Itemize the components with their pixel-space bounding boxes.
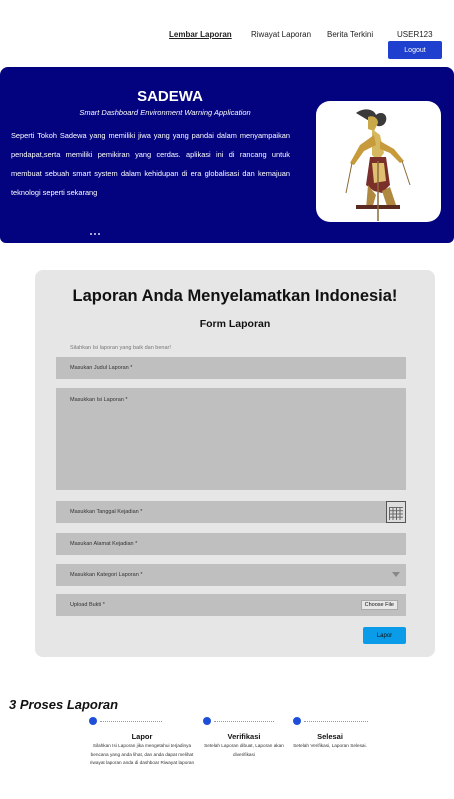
process-title: 3 Proses Laporan xyxy=(9,697,119,712)
step-lapor-label: Lapor xyxy=(131,732,153,741)
form-hint: Silahkan Isi laporan yang baik dan benar… xyxy=(70,345,171,351)
username-label: USER123 xyxy=(397,30,433,39)
page: Lembar Laporan Riwayat Laporan Berita Te… xyxy=(0,0,454,799)
isi-laporan-placeholder: Masukkan Isi Laporan * xyxy=(70,397,128,403)
hero-banner: SADEWA Smart Dashboard Environment Warni… xyxy=(0,67,454,243)
top-nav: Lembar Laporan Riwayat Laporan Berita Te… xyxy=(0,30,454,42)
logout-button[interactable]: Logout xyxy=(388,41,442,59)
kategori-laporan-select[interactable]: Masukkan Kategori Laporan * xyxy=(56,564,406,586)
upload-bukti-field[interactable]: Upload Bukti * Choose File xyxy=(56,594,406,616)
judul-laporan-input[interactable]: Masukan Judul Laporan * xyxy=(56,357,406,379)
alamat-kejadian-input[interactable]: Masukan Alamat Kejadian * xyxy=(56,533,406,555)
lapor-submit-button[interactable]: Lapor xyxy=(363,627,406,644)
tanggal-kejadian-input[interactable]: Masukkan Tanggal Kejadian * xyxy=(56,501,406,523)
step-connector xyxy=(100,721,162,722)
judul-laporan-placeholder: Masukan Judul Laporan * xyxy=(70,365,133,371)
chevron-down-icon xyxy=(392,572,400,577)
step-dot-icon xyxy=(293,717,301,725)
step-selesai-label: Selesai xyxy=(317,732,343,741)
report-form-card: Laporan Anda Menyelamatkan Indonesia! Fo… xyxy=(35,270,435,657)
form-title: Form Laporan xyxy=(199,318,271,330)
carousel-dots[interactable] xyxy=(90,233,100,235)
hero-description: Seperti Tokoh Sadewa yang memiliki jiwa … xyxy=(11,131,290,197)
step-dot-icon xyxy=(203,717,211,725)
nav-riwayat-laporan[interactable]: Riwayat Laporan xyxy=(251,30,311,39)
kategori-laporan-placeholder: Masukkan Kategori Laporan * xyxy=(70,572,143,578)
alamat-kejadian-placeholder: Masukan Alamat Kejadian * xyxy=(70,541,138,547)
nav-lembar-laporan[interactable]: Lembar Laporan xyxy=(169,30,232,39)
calendar-icon[interactable] xyxy=(386,501,406,523)
upload-bukti-label: Upload Bukti * xyxy=(70,602,105,608)
form-heading: Laporan Anda Menyelamatkan Indonesia! xyxy=(72,287,398,305)
step-lapor-desc: Silahkan Isi Laporan jika mengetahui ter… xyxy=(89,743,195,765)
wayang-puppet-image xyxy=(316,101,441,222)
hero-subtitle: Smart Dashboard Environment Warning Appl… xyxy=(79,108,251,117)
step-selesai-desc: Setelah Verifikasi, Laporan Selesai. xyxy=(293,743,367,748)
step-verifikasi-desc: Setelah Laporan dibuat, Laporan akan div… xyxy=(204,743,284,757)
step-connector xyxy=(214,721,274,722)
tanggal-kejadian-placeholder: Masukkan Tanggal Kejadian * xyxy=(70,509,143,515)
hero-title: SADEWA xyxy=(137,88,203,105)
nav-berita-terkini[interactable]: Berita Terkini xyxy=(327,30,373,39)
choose-file-button[interactable]: Choose File xyxy=(360,600,398,610)
step-verifikasi-label: Verifikasi xyxy=(227,732,261,741)
step-connector xyxy=(304,721,368,722)
isi-laporan-textarea[interactable]: Masukkan Isi Laporan * xyxy=(56,388,406,490)
step-dot-icon xyxy=(89,717,97,725)
